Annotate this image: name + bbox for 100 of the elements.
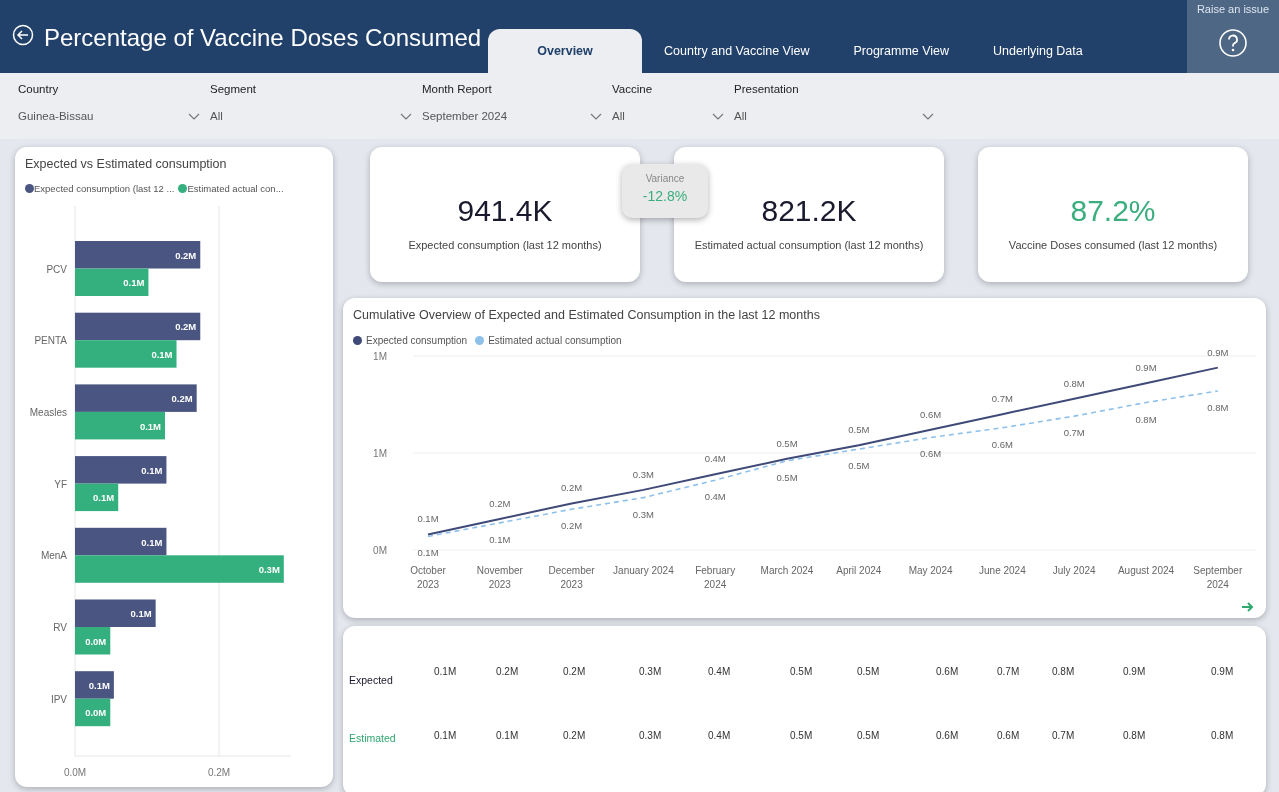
- kpi-value: 87.2%: [1070, 192, 1156, 229]
- axis-tick-label: 1M: [373, 447, 387, 459]
- table-cell-text: 0.9M: [1123, 665, 1146, 679]
- axis-tick-label: October 2023: [410, 564, 446, 590]
- chevron-down-icon: [400, 112, 412, 121]
- data-label: 0.8M: [1207, 401, 1229, 413]
- filter-dropdown[interactable]: All: [612, 108, 724, 126]
- table-cell-text: 0.5M: [790, 729, 813, 743]
- data-label: 0.5M: [848, 459, 870, 471]
- table-cell-text: 0.1M: [434, 665, 457, 679]
- kpi-value: 821.2K: [761, 192, 857, 229]
- filter-label: Vaccine: [612, 82, 654, 97]
- legend-label: Expected consumption: [366, 333, 468, 348]
- data-label: 0.8M: [1135, 413, 1157, 425]
- data-label: 0.6M: [920, 408, 942, 420]
- data-label: 0.4M: [704, 453, 726, 465]
- table-cell-text: 0.8M: [1123, 729, 1146, 743]
- table-cell-text: 0.2M: [563, 665, 586, 679]
- data-label: 0.3M: [258, 564, 280, 576]
- chevron-down-icon: [922, 112, 934, 121]
- kpi-value: 941.4K: [457, 192, 553, 229]
- filter-dropdown[interactable]: Guinea-Bissau: [18, 108, 200, 126]
- table-cell-text: 0.6M: [936, 729, 959, 743]
- axis-tick-label: March 2024: [760, 564, 814, 576]
- filter-label: Month Report: [422, 82, 493, 97]
- category-label: PCV: [46, 263, 67, 275]
- category-label: Measles: [29, 406, 67, 418]
- chart-title: Cumulative Overview of Expected and Estimated Consumption in the last 12 months: [353, 307, 821, 324]
- nav-tab[interactable]: Country and Vaccine View: [642, 29, 832, 73]
- data-label: 0.1M: [130, 608, 152, 620]
- data-label: 0.2M: [561, 482, 583, 494]
- data-label: 0.9M: [1135, 361, 1157, 373]
- table-cell-text: 0.7M: [1052, 729, 1075, 743]
- nav-tab[interactable]: Overview: [488, 29, 642, 73]
- category-label: YF: [54, 478, 67, 490]
- data-label: 0.1M: [417, 547, 439, 559]
- data-label: 0.0M: [85, 707, 107, 719]
- axis-tick-label: 1M: [373, 350, 387, 362]
- raise-issue-button[interactable]: Raise an issue: [1187, 0, 1279, 73]
- axis-tick-label: September 2024: [1193, 564, 1243, 590]
- nav-tab[interactable]: Underlying Data: [971, 29, 1105, 73]
- table-cell-text: 0.6M: [997, 729, 1020, 743]
- chart-title: Expected vs Estimated consumption: [25, 156, 228, 173]
- table-cell-text: 0.6M: [936, 665, 959, 679]
- data-label: 0.5M: [776, 471, 798, 483]
- data-label: 0.7M: [991, 392, 1013, 404]
- help-label: Raise an issue: [1196, 2, 1270, 17]
- variance-label: Variance: [644, 172, 686, 186]
- filter-dropdown[interactable]: September 2024: [422, 108, 602, 126]
- data-label: 0.1M: [489, 533, 511, 545]
- nav-tab[interactable]: Programme View: [831, 29, 972, 73]
- kpi-label: Expected consumption (last 12 months): [408, 237, 602, 253]
- data-label: 0.3M: [632, 508, 654, 520]
- legend-label: Estimated actual con...: [187, 181, 284, 196]
- data-label: 0.2M: [175, 249, 197, 261]
- table-cell-text: 0.8M: [1052, 665, 1075, 679]
- data-label: 0.2M: [175, 321, 197, 333]
- data-label: 0.6M: [920, 448, 942, 460]
- table-cell-text: 0.5M: [790, 665, 813, 679]
- kpi-label: Vaccine Doses consumed (last 12 months): [1008, 237, 1218, 253]
- table-cell-text: 0.9M: [1211, 665, 1234, 679]
- axis-tick-label: 0M: [373, 544, 387, 556]
- bar: [75, 671, 114, 699]
- data-label: 0.2M: [171, 393, 193, 405]
- table-cell-text: 0.1M: [434, 729, 457, 743]
- data-label: 0.9M: [1207, 347, 1229, 358]
- data-label: 0.4M: [704, 490, 726, 502]
- axis-tick-label: April 2024: [836, 564, 882, 576]
- data-label: 0.5M: [776, 437, 798, 449]
- table-cell-text: 0.2M: [496, 665, 519, 679]
- table-cell-text: 0.4M: [708, 729, 731, 743]
- arrow-right-icon[interactable]: [1240, 600, 1254, 614]
- data-label: 0.7M: [1063, 426, 1085, 438]
- data-label: 0.1M: [151, 348, 173, 360]
- variance-value: -12.8%: [641, 187, 689, 206]
- axis-tick-label: August 2024: [1117, 564, 1175, 576]
- filter-label: Presentation: [734, 82, 800, 97]
- axis-tick-label: 0.2M: [207, 767, 231, 778]
- data-label: 0.2M: [561, 520, 583, 531]
- chevron-down-icon: [188, 112, 200, 121]
- table-cell-text: 0.5M: [857, 729, 880, 743]
- axis-tick-label: May 2024: [908, 564, 953, 576]
- table-cell-text: 0.2M: [563, 729, 586, 743]
- filter-dropdown[interactable]: All: [734, 108, 934, 126]
- table-cell-text: 0.3M: [639, 665, 662, 679]
- data-label: 0.1M: [139, 420, 161, 432]
- data-label: 0.1M: [88, 679, 110, 691]
- data-label: 0.1M: [417, 513, 439, 525]
- category-label: RV: [53, 622, 67, 633]
- data-label: 0.1M: [141, 536, 163, 548]
- data-label: 0.5M: [848, 424, 870, 435]
- axis-tick-label: November 2023: [476, 564, 523, 590]
- data-label: 0.2M: [489, 497, 511, 509]
- row-label: Expected: [349, 673, 393, 689]
- category-label: MenA: [40, 550, 67, 562]
- table-cell-text: 0.3M: [639, 729, 662, 743]
- table-cell-text: 0.1M: [496, 729, 519, 743]
- filter-dropdown[interactable]: All: [210, 108, 412, 126]
- filter-label: Country: [18, 82, 60, 97]
- chevron-down-icon: [712, 112, 724, 121]
